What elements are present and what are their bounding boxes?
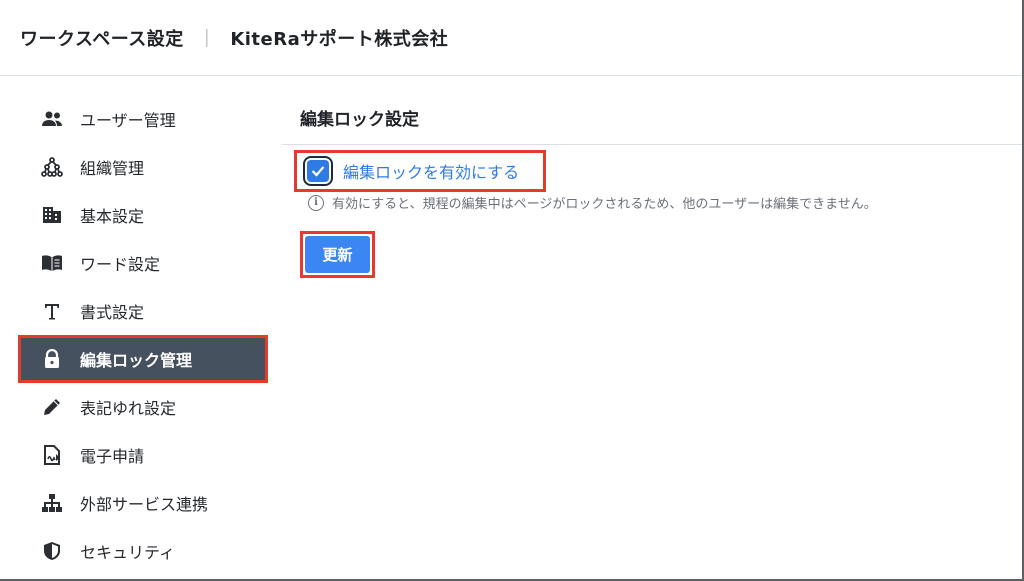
sidebar-item-security[interactable]: セキュリティ xyxy=(20,529,266,573)
sidebar: ユーザー管理 組織管理 基本設定 ワード設定 書式設定 編集ロック管理 表記ゆれ… xyxy=(0,77,282,579)
edit-lock-checkbox-row[interactable]: 編集ロックを有効にする xyxy=(294,150,546,192)
building-icon xyxy=(40,203,64,227)
checkmark-icon xyxy=(311,166,325,177)
page-header: ワークスペース設定 ｜ KiteRaサポート株式会社 xyxy=(0,0,1022,76)
sidebar-item-e-application[interactable]: 電子申請 xyxy=(20,433,266,477)
update-button-highlight: 更新 xyxy=(300,231,375,278)
pencil-icon xyxy=(40,395,64,419)
lock-icon xyxy=(40,347,64,371)
shield-icon xyxy=(40,539,64,563)
sidebar-item-label: 表記ゆれ設定 xyxy=(80,399,177,418)
edit-lock-checkbox-label[interactable]: 編集ロックを有効にする xyxy=(343,159,519,183)
sidebar-item-label: 外部サービス連携 xyxy=(80,495,209,514)
sidebar-item-label: 編集ロック管理 xyxy=(80,351,193,370)
organization-name: KiteRaサポート株式会社 xyxy=(230,28,449,50)
sidebar-item-users[interactable]: ユーザー管理 xyxy=(20,97,266,141)
section-divider xyxy=(282,144,1022,145)
sidebar-item-format-settings[interactable]: 書式設定 xyxy=(20,289,266,333)
sidebar-item-edit-lock[interactable]: 編集ロック管理 xyxy=(18,335,268,383)
sidebar-item-label: セキュリティ xyxy=(80,543,176,562)
sidebar-item-label: ユーザー管理 xyxy=(80,111,176,130)
sidebar-item-basic-settings[interactable]: 基本設定 xyxy=(20,193,266,237)
help-text-content: 有効にすると、規程の編集中はページがロックされるため、他のユーザーは編集できませ… xyxy=(332,197,877,212)
sidebar-item-label: ワード設定 xyxy=(80,255,161,274)
app-window: ワークスペース設定 ｜ KiteRaサポート株式会社 ユーザー管理 組織管理 基… xyxy=(0,0,1022,579)
title-separator: ｜ xyxy=(197,28,217,50)
book-icon xyxy=(40,251,64,275)
sidebar-item-organization[interactable]: 組織管理 xyxy=(20,145,266,189)
sidebar-item-external-services[interactable]: 外部サービス連携 xyxy=(20,481,266,525)
sidebar-item-label: 書式設定 xyxy=(80,303,145,322)
page-title: ワークスペース設定 xyxy=(20,28,184,50)
sitemap-icon xyxy=(40,491,64,515)
help-text: i 有効にすると、規程の編集中はページがロックされるため、他のユーザーは編集でき… xyxy=(308,193,877,212)
document-signature-icon xyxy=(40,443,64,467)
info-icon: i xyxy=(308,194,324,211)
update-button[interactable]: 更新 xyxy=(305,236,370,273)
sidebar-item-label: 電子申請 xyxy=(80,447,145,466)
text-format-icon xyxy=(40,299,64,323)
sidebar-item-label: 基本設定 xyxy=(80,207,145,226)
sidebar-item-label: 組織管理 xyxy=(80,159,145,178)
sidebar-item-word-settings[interactable]: ワード設定 xyxy=(20,241,266,285)
sidebar-item-notation-variance[interactable]: 表記ゆれ設定 xyxy=(20,385,266,429)
section-title: 編集ロック設定 xyxy=(300,110,419,130)
org-chart-icon xyxy=(40,155,64,179)
main-content: 編集ロック設定 編集ロックを有効にする i 有効にすると、規程の編集中はページが… xyxy=(282,77,1022,579)
edit-lock-checkbox[interactable] xyxy=(303,156,333,186)
users-icon xyxy=(40,107,64,131)
